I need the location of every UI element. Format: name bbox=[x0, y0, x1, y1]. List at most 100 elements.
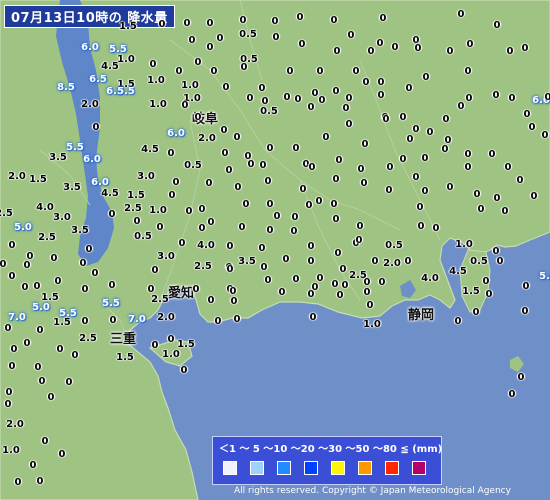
station-value: 0.5 bbox=[184, 160, 202, 171]
station-value: 0 bbox=[416, 202, 424, 213]
legend-swatch bbox=[331, 461, 345, 475]
station-value: 0 bbox=[523, 109, 531, 120]
station-value: 0 bbox=[377, 77, 385, 88]
station-value: 0 bbox=[198, 204, 206, 215]
station-value: 2.0 bbox=[383, 258, 401, 269]
station-value: 0 bbox=[242, 199, 250, 210]
station-value: 0 bbox=[108, 280, 116, 291]
station-value: 0 bbox=[335, 155, 343, 166]
legend-swatch bbox=[250, 461, 264, 475]
station-value: 0.5 bbox=[239, 29, 257, 40]
station-value: 0 bbox=[220, 125, 228, 136]
station-value: 2.0 bbox=[81, 99, 99, 110]
station-value: 0 bbox=[273, 211, 281, 222]
station-value: 0 bbox=[41, 436, 49, 447]
station-value: 0 bbox=[188, 35, 196, 46]
station-value: 0 bbox=[91, 268, 99, 279]
station-value: 0 bbox=[504, 162, 512, 173]
station-value: 3.5 bbox=[49, 152, 67, 163]
station-value: 2.0 bbox=[8, 171, 26, 182]
station-value: 0 bbox=[298, 39, 306, 50]
station-value: 0 bbox=[332, 174, 340, 185]
station-value: 0 bbox=[240, 62, 248, 73]
station-value: 0 bbox=[29, 460, 37, 471]
station-value: 0 bbox=[422, 72, 430, 83]
station-value: 0 bbox=[544, 92, 550, 103]
station-value: 0 bbox=[278, 287, 286, 298]
station-value: 0 bbox=[357, 164, 365, 175]
station-value: 1.5 bbox=[127, 190, 145, 201]
station-value: 0 bbox=[175, 66, 183, 77]
station-value: 0 bbox=[266, 199, 274, 210]
station-value: 0 bbox=[318, 95, 326, 106]
station-value: 0 bbox=[47, 392, 55, 403]
station-value: 0 bbox=[207, 217, 215, 228]
station-value: 0 bbox=[464, 149, 472, 160]
station-value: 6.5 bbox=[89, 74, 107, 85]
station-value: 0 bbox=[216, 33, 224, 44]
station-value: 0 bbox=[151, 265, 159, 276]
station-value: 1.0 bbox=[162, 349, 180, 360]
station-value: 2.0 bbox=[157, 312, 175, 323]
station-value: 0 bbox=[260, 262, 268, 273]
station-value: 0 bbox=[259, 160, 267, 171]
legend-swatch bbox=[277, 461, 291, 475]
station-value: 0 bbox=[309, 312, 317, 323]
station-value: 0 bbox=[291, 212, 299, 223]
station-value: 0 bbox=[178, 238, 186, 249]
station-value: 0 bbox=[0, 259, 7, 270]
station-value: 0 bbox=[330, 199, 338, 210]
station-value: 0 bbox=[222, 82, 230, 93]
station-value: 5.5 bbox=[102, 298, 120, 309]
station-value: 0 bbox=[457, 101, 465, 112]
city-label-mie: 三重 bbox=[110, 332, 137, 347]
station-value: 0 bbox=[308, 162, 316, 173]
station-value: 0 bbox=[492, 90, 500, 101]
precipitation-legend: ＜1 ～ 5 ～10 ～20 ～30 ～50 ～80 ≦ (mm) bbox=[212, 436, 442, 485]
station-value: 0 bbox=[421, 186, 429, 197]
station-value: 0 bbox=[292, 143, 300, 154]
station-value: 0.5 bbox=[470, 256, 488, 267]
station-value: 0 bbox=[167, 334, 175, 345]
station-value: 0 bbox=[272, 32, 280, 43]
station-value: 0 bbox=[4, 399, 12, 410]
legend-swatch bbox=[385, 461, 399, 475]
station-value: 0 bbox=[508, 389, 516, 400]
station-value: 0 bbox=[405, 83, 413, 94]
station-value: 0 bbox=[226, 241, 234, 252]
station-value: 0 bbox=[292, 274, 300, 285]
station-value: 0 bbox=[342, 103, 350, 114]
station-value: 0 bbox=[238, 222, 246, 233]
station-value: 0 bbox=[192, 284, 200, 295]
station-value: 0 bbox=[446, 182, 454, 193]
station-value: 0 bbox=[333, 46, 341, 57]
city-label-aichi: 愛知 bbox=[168, 286, 195, 301]
station-value: 0 bbox=[233, 314, 241, 325]
station-value: 0 bbox=[311, 282, 319, 293]
station-value: 0 bbox=[541, 130, 549, 141]
station-value: 0 bbox=[108, 209, 116, 220]
station-value: 0 bbox=[528, 122, 536, 133]
station-value: 1.0 bbox=[149, 99, 167, 110]
station-value: 0 bbox=[167, 148, 175, 159]
station-value: 6.0 bbox=[81, 42, 99, 53]
station-value: 0 bbox=[376, 38, 384, 49]
station-value: 0 bbox=[34, 362, 42, 373]
station-value: 0 bbox=[258, 83, 266, 94]
station-value: 0 bbox=[207, 295, 215, 306]
station-value: 3.0 bbox=[53, 212, 71, 223]
legend-swatch bbox=[358, 461, 372, 475]
station-value: 0 bbox=[81, 284, 89, 295]
station-value: 0 bbox=[517, 372, 525, 383]
station-value: 0 bbox=[371, 256, 379, 267]
station-value: 4.0 bbox=[36, 202, 54, 213]
station-value: 0 bbox=[54, 276, 62, 287]
station-value: 0 bbox=[356, 221, 364, 232]
station-value: 0 bbox=[194, 57, 202, 68]
station-value: 0 bbox=[206, 42, 214, 53]
station-value: 0 bbox=[412, 124, 420, 135]
station-value: 0 bbox=[442, 114, 450, 125]
station-value: 0 bbox=[214, 316, 222, 327]
legend-swatch bbox=[412, 461, 426, 475]
station-value: 0 bbox=[156, 222, 164, 233]
